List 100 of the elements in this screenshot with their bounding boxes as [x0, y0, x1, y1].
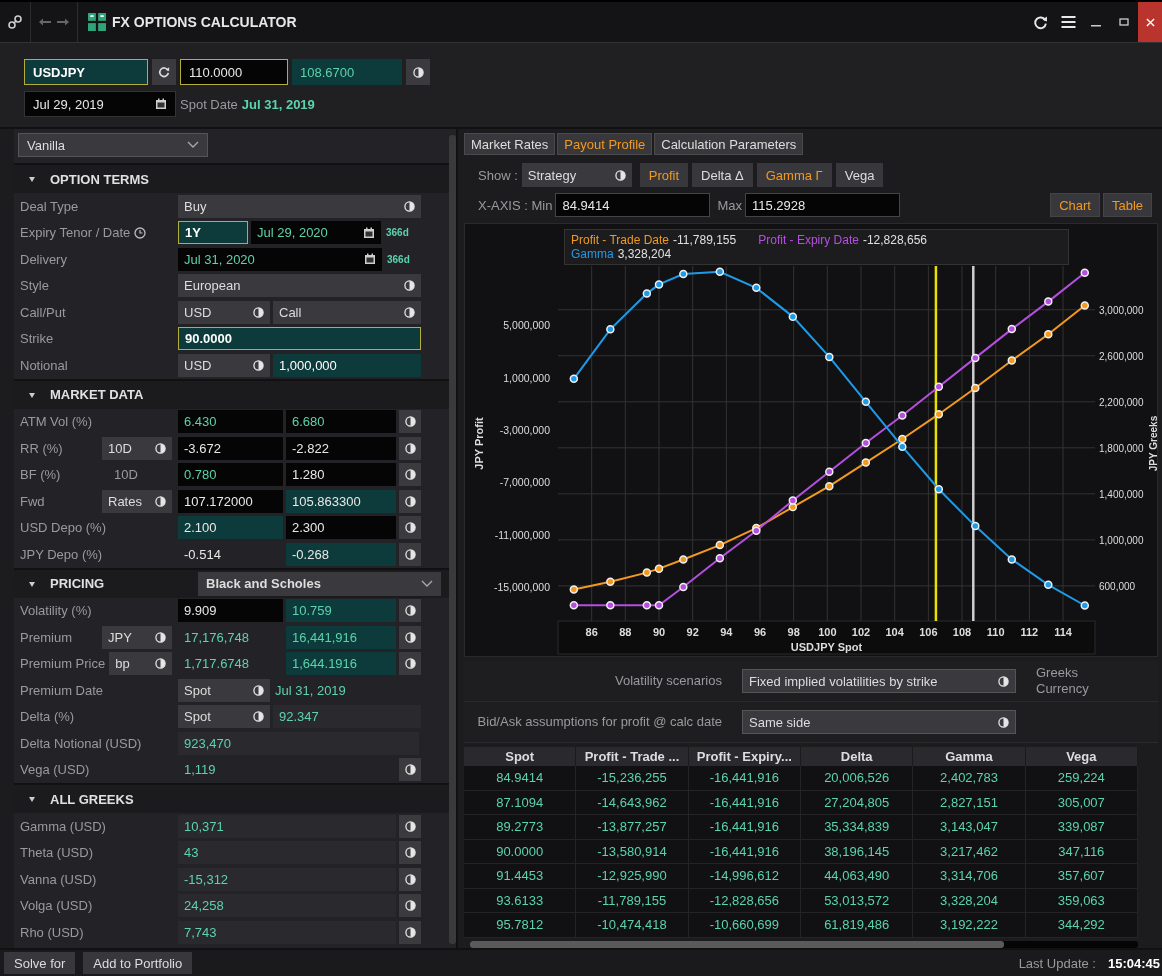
- table-cell: 259,224: [1025, 766, 1138, 791]
- table-cell: 3,143,047: [913, 815, 1026, 840]
- value-text: Jul 31, 2019: [274, 681, 347, 700]
- legend-value: -12,828,656: [862, 233, 927, 248]
- legend-label: Profit - Trade Date: [571, 233, 670, 248]
- field-label: Notional: [20, 357, 68, 373]
- table-cell: 27,204,805: [801, 790, 914, 816]
- field-label: Call/Put: [20, 304, 66, 320]
- field-label: Deal Type: [20, 198, 79, 214]
- field-label: Delta (%): [20, 709, 75, 725]
- table-cell: 35,334,839: [801, 815, 914, 840]
- table-cell: 3,217,462: [913, 839, 1026, 865]
- axis-tick-label: 100: [818, 626, 837, 639]
- field-label: X-AXIS : Min: [478, 197, 553, 213]
- table-cell: -13,580,914: [576, 839, 689, 865]
- table-cell: 305,007: [1025, 790, 1138, 816]
- days-label: 366d: [385, 226, 410, 241]
- table-cell: 53,013,572: [801, 888, 914, 914]
- table-cell: 339,087: [1025, 815, 1138, 840]
- table-cell: 95.7812: [464, 913, 577, 938]
- axis-title: JPY Profit: [473, 417, 485, 470]
- legend-label: Gamma: [571, 247, 614, 262]
- table-cell: -12,925,990: [576, 864, 689, 889]
- field-label: Vega (USD): [20, 762, 90, 778]
- field-label: USD Depo (%): [20, 520, 106, 536]
- field-label: Theta (USD): [20, 845, 93, 861]
- axis-tick-label: 90: [652, 626, 666, 639]
- table-cell: 20,006,526: [801, 766, 914, 791]
- field-label: Delta Notional (USD): [20, 735, 142, 751]
- field-label: Fwd: [20, 493, 45, 509]
- axis-tick-label: 104: [885, 626, 904, 639]
- field-label: BF (%): [20, 467, 61, 483]
- table-cell: -16,441,916: [688, 790, 801, 816]
- table-cell: 91.4453: [464, 864, 577, 889]
- axis-tick-label: 600,000: [1099, 581, 1136, 593]
- table-cell: -14,643,962: [576, 790, 689, 816]
- table-cell: 344,292: [1025, 913, 1138, 938]
- field-label: Expiry Tenor / Date: [20, 225, 131, 241]
- axis-tick-label: 1,400,000: [1099, 488, 1144, 500]
- axis-tick-label: -3,000,000: [499, 424, 550, 436]
- table-cell: -13,877,257: [576, 815, 689, 840]
- axis-tick-label: 3,000,000: [1099, 304, 1144, 316]
- table-cell: -12,828,656: [688, 888, 801, 914]
- section-title: ALL GREEKS: [50, 791, 135, 807]
- field-label: Greeks Currency: [1035, 665, 1090, 698]
- update-time: 15:04:45: [1107, 955, 1160, 971]
- table-cell: 3,328,204: [913, 888, 1026, 914]
- window-title: FX OPTIONS CALCULATOR: [112, 14, 297, 30]
- axis-tick-label: 92: [686, 626, 699, 639]
- axis-tick-label: 112: [1020, 626, 1039, 639]
- table-cell: 44,063,490: [801, 864, 914, 889]
- axis-tick-label: 96: [753, 626, 767, 639]
- axis-tick-label: 108: [952, 626, 972, 639]
- axis-tick-label: 106: [919, 626, 938, 639]
- field-label: Vanna (USD): [20, 871, 97, 887]
- table-cell: -16,441,916: [688, 815, 801, 840]
- axis-title: JPY Greeks: [1148, 415, 1159, 472]
- axis-tick-label: 1,000,000: [1099, 535, 1144, 546]
- axis-tick-label: -7,000,000: [499, 476, 550, 489]
- axis-title: USDJPY Spot: [790, 641, 863, 654]
- spot-date-text: Jul 31, 2019: [241, 96, 315, 112]
- axis-tick-label: 2,200,000: [1099, 396, 1144, 408]
- table-cell: -14,996,612: [688, 864, 801, 889]
- table-cell: 2,402,783: [913, 766, 1026, 791]
- field-label: JPY Depo (%): [20, 546, 103, 562]
- table-cell: 84.9414: [464, 766, 577, 791]
- table-cell: 3,314,706: [913, 864, 1026, 889]
- table-cell: 61,819,486: [801, 913, 914, 938]
- days-label: 366d: [386, 252, 411, 267]
- axis-tick-label: 5,000,000: [503, 319, 550, 332]
- table-cell: -16,441,916: [688, 839, 801, 865]
- field-label: Max: [717, 197, 742, 213]
- axis-tick-label: 86: [585, 626, 598, 639]
- field-label: Bid/Ask assumptions for profit @ calc date: [476, 714, 723, 731]
- legend-value: -11,789,155: [673, 233, 737, 248]
- field-label: Show :: [478, 167, 518, 183]
- field-label: Premium Date: [20, 682, 104, 698]
- field-label: RR (%): [20, 440, 63, 456]
- axis-tick-label: -15,000,000: [493, 581, 550, 594]
- table-cell: -16,441,916: [688, 766, 801, 791]
- section-title: PRICING: [50, 576, 106, 591]
- axis-tick-label: 1,800,000: [1099, 442, 1144, 454]
- table-cell: 357,607: [1025, 864, 1138, 889]
- table-cell: 3,192,222: [913, 913, 1026, 938]
- table-cell: 93.6133: [464, 888, 577, 914]
- legend-value: 3,328,204: [617, 247, 672, 262]
- table-cell: 2,827,151: [913, 790, 1026, 816]
- field-label: Volatility (%): [20, 603, 92, 619]
- field-label: 10D: [114, 467, 139, 483]
- table-cell: -10,474,418: [576, 913, 689, 938]
- axis-tick-label: 88: [619, 626, 632, 639]
- field-label: Rho (USD): [20, 924, 84, 940]
- table-cell: 87.1094: [464, 790, 577, 816]
- field-label: ATM Vol (%): [20, 414, 92, 430]
- table-cell: -11,789,155: [576, 888, 689, 914]
- table-cell: 347,116: [1025, 839, 1138, 865]
- field-label: Delivery: [20, 251, 67, 267]
- table-cell: -15,236,255: [576, 766, 689, 791]
- legend-label: Profit - Expiry Date: [758, 233, 859, 248]
- axis-tick-label: 110: [986, 626, 1005, 639]
